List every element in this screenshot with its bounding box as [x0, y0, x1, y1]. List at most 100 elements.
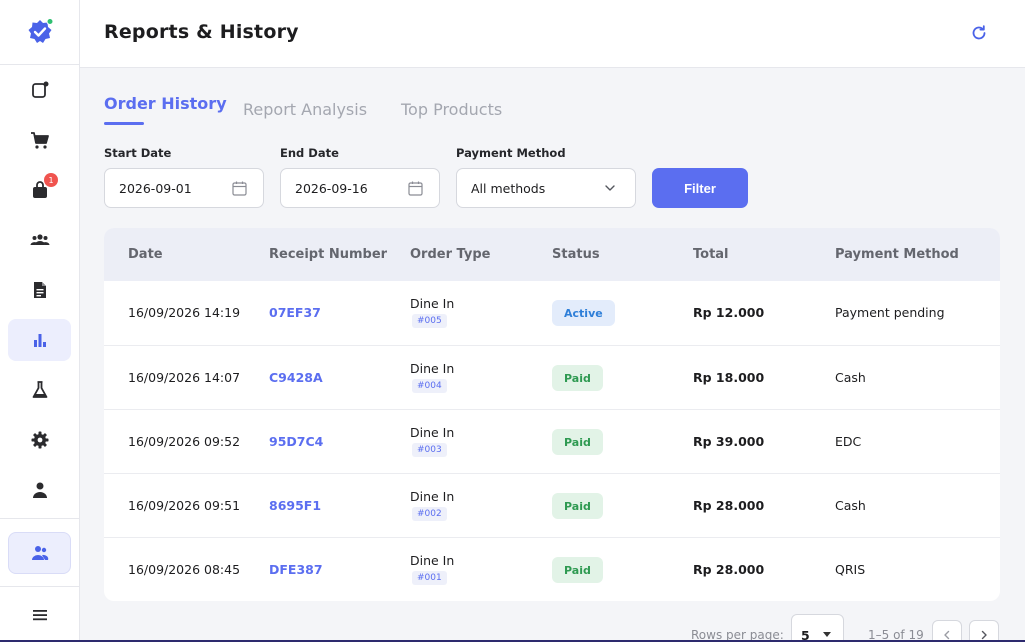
receipt-link[interactable]: C9428A: [269, 370, 323, 385]
row-payment-method: Cash: [835, 370, 866, 385]
refresh-icon[interactable]: [970, 24, 988, 42]
row-total: Rp 12.000: [693, 305, 765, 320]
document-icon: [33, 282, 46, 298]
rows-per-page-select[interactable]: 5: [791, 614, 844, 642]
new-order-icon: [31, 81, 48, 98]
start-date-value: 2026-09-01: [119, 181, 192, 196]
sidebar-item-profile[interactable]: [8, 469, 71, 511]
order-type: Dine In: [410, 425, 455, 440]
sidebar: 1: [0, 0, 80, 642]
previous-page-button[interactable]: [932, 620, 962, 642]
status-badge: Active: [552, 300, 615, 326]
cart-icon: [30, 132, 49, 149]
column-header-total: Total: [693, 247, 729, 262]
staff-icon: [31, 546, 48, 560]
start-date-field[interactable]: 2026-09-01: [104, 168, 264, 208]
sidebar-divider: [0, 518, 79, 519]
payment-method-select[interactable]: All methods: [456, 168, 636, 208]
sidebar-item-customers[interactable]: [8, 219, 71, 261]
row-date: 16/09/2026 09:52: [128, 434, 241, 449]
row-total: Rp 28.000: [693, 498, 765, 513]
receipt-link[interactable]: DFE387: [269, 562, 323, 577]
table-row[interactable]: 16/09/2026 09:51 8695F1 Dine In #002 Pai…: [104, 473, 1000, 537]
row-total: Rp 28.000: [693, 562, 765, 577]
caret-down-icon: [823, 632, 831, 637]
tab-order-history[interactable]: Order History: [104, 94, 227, 125]
active-tab-indicator: [104, 122, 144, 125]
person-icon: [32, 482, 47, 498]
tab-label: Order History: [104, 94, 227, 113]
table-number-tag: #002: [412, 507, 447, 521]
receipt-link[interactable]: 07EF37: [269, 305, 321, 320]
table-number-tag: #004: [412, 379, 447, 393]
table-number-tag: #003: [412, 443, 447, 457]
tab-report-analysis[interactable]: Report Analysis: [243, 100, 367, 119]
sidebar-divider: [0, 64, 79, 65]
column-header-receipt: Receipt Number: [269, 247, 388, 262]
sidebar-item-reports[interactable]: [8, 319, 71, 361]
column-header-date: Date: [128, 247, 163, 262]
status-badge: Paid: [552, 365, 603, 391]
row-date: 16/09/2026 09:51: [128, 498, 241, 513]
order-history-table: Date Receipt Number Order Type Status To…: [104, 228, 1000, 601]
order-type: Dine In: [410, 553, 455, 568]
next-page-button[interactable]: [969, 620, 999, 642]
gear-icon: [31, 431, 48, 449]
order-type: Dine In: [410, 489, 455, 504]
receipt-link[interactable]: 95D7C4: [269, 434, 323, 449]
payment-method-value: All methods: [471, 181, 546, 196]
sidebar-divider: [0, 586, 79, 587]
logo-icon: [28, 18, 54, 43]
flask-icon: [32, 381, 47, 398]
sidebar-item-orders[interactable]: 1: [8, 169, 71, 211]
table-row[interactable]: 16/09/2026 08:45 DFE387 Dine In #001 Pai…: [104, 537, 1000, 601]
status-badge: Paid: [552, 493, 603, 519]
start-date-label: Start Date: [104, 146, 172, 160]
pagination: Rows per page: 5 1–5 of 19: [680, 614, 1025, 642]
table-header: Date Receipt Number Order Type Status To…: [104, 228, 1000, 281]
sidebar-item-staff[interactable]: [8, 532, 71, 574]
end-date-label: End Date: [280, 146, 339, 160]
sidebar-item-cart[interactable]: [8, 119, 71, 161]
column-header-order-type: Order Type: [410, 247, 491, 262]
sidebar-item-new-order[interactable]: [8, 69, 71, 111]
table-row[interactable]: 16/09/2026 14:19 07EF37 Dine In #005 Act…: [104, 281, 1000, 345]
calendar-icon[interactable]: [407, 180, 424, 197]
row-total: Rp 18.000: [693, 370, 765, 385]
row-payment-method: Cash: [835, 498, 866, 513]
order-type: Dine In: [410, 296, 455, 311]
customers-icon: [30, 234, 49, 245]
order-type: Dine In: [410, 361, 455, 376]
table-number-tag: #005: [412, 314, 447, 328]
menu-icon: [32, 610, 47, 621]
status-badge: Paid: [552, 429, 603, 455]
status-badge: Paid: [552, 557, 603, 583]
notification-badge: 1: [44, 173, 58, 187]
row-date: 16/09/2026 14:19: [128, 305, 241, 320]
receipt-link[interactable]: 8695F1: [269, 498, 321, 513]
table-row[interactable]: 16/09/2026 09:52 95D7C4 Dine In #003 Pai…: [104, 409, 1000, 473]
row-payment-method: EDC: [835, 434, 862, 449]
calendar-icon[interactable]: [231, 180, 248, 197]
table-number-tag: #001: [412, 571, 447, 585]
row-payment-method: Payment pending: [835, 305, 945, 320]
table-row[interactable]: 16/09/2026 14:07 C9428A Dine In #004 Pai…: [104, 345, 1000, 409]
sidebar-menu-toggle[interactable]: [8, 594, 71, 636]
page-title: Reports & History: [104, 21, 299, 43]
sidebar-item-settings[interactable]: [8, 419, 71, 461]
top-header: Reports & History: [80, 0, 1025, 68]
column-header-payment-method: Payment Method: [835, 247, 959, 262]
chevron-down-icon: [605, 185, 615, 191]
filter-button[interactable]: Filter: [652, 168, 748, 208]
tab-top-products[interactable]: Top Products: [401, 100, 502, 119]
row-date: 16/09/2026 08:45: [128, 562, 241, 577]
column-header-status: Status: [552, 247, 600, 262]
end-date-field[interactable]: 2026-09-16: [280, 168, 440, 208]
sidebar-item-documents[interactable]: [8, 269, 71, 311]
row-total: Rp 39.000: [693, 434, 765, 449]
row-date: 16/09/2026 14:07: [128, 370, 241, 385]
end-date-value: 2026-09-16: [295, 181, 368, 196]
payment-method-label: Payment Method: [456, 146, 566, 160]
sidebar-item-lab[interactable]: [8, 369, 71, 411]
bar-chart-icon: [33, 334, 46, 347]
